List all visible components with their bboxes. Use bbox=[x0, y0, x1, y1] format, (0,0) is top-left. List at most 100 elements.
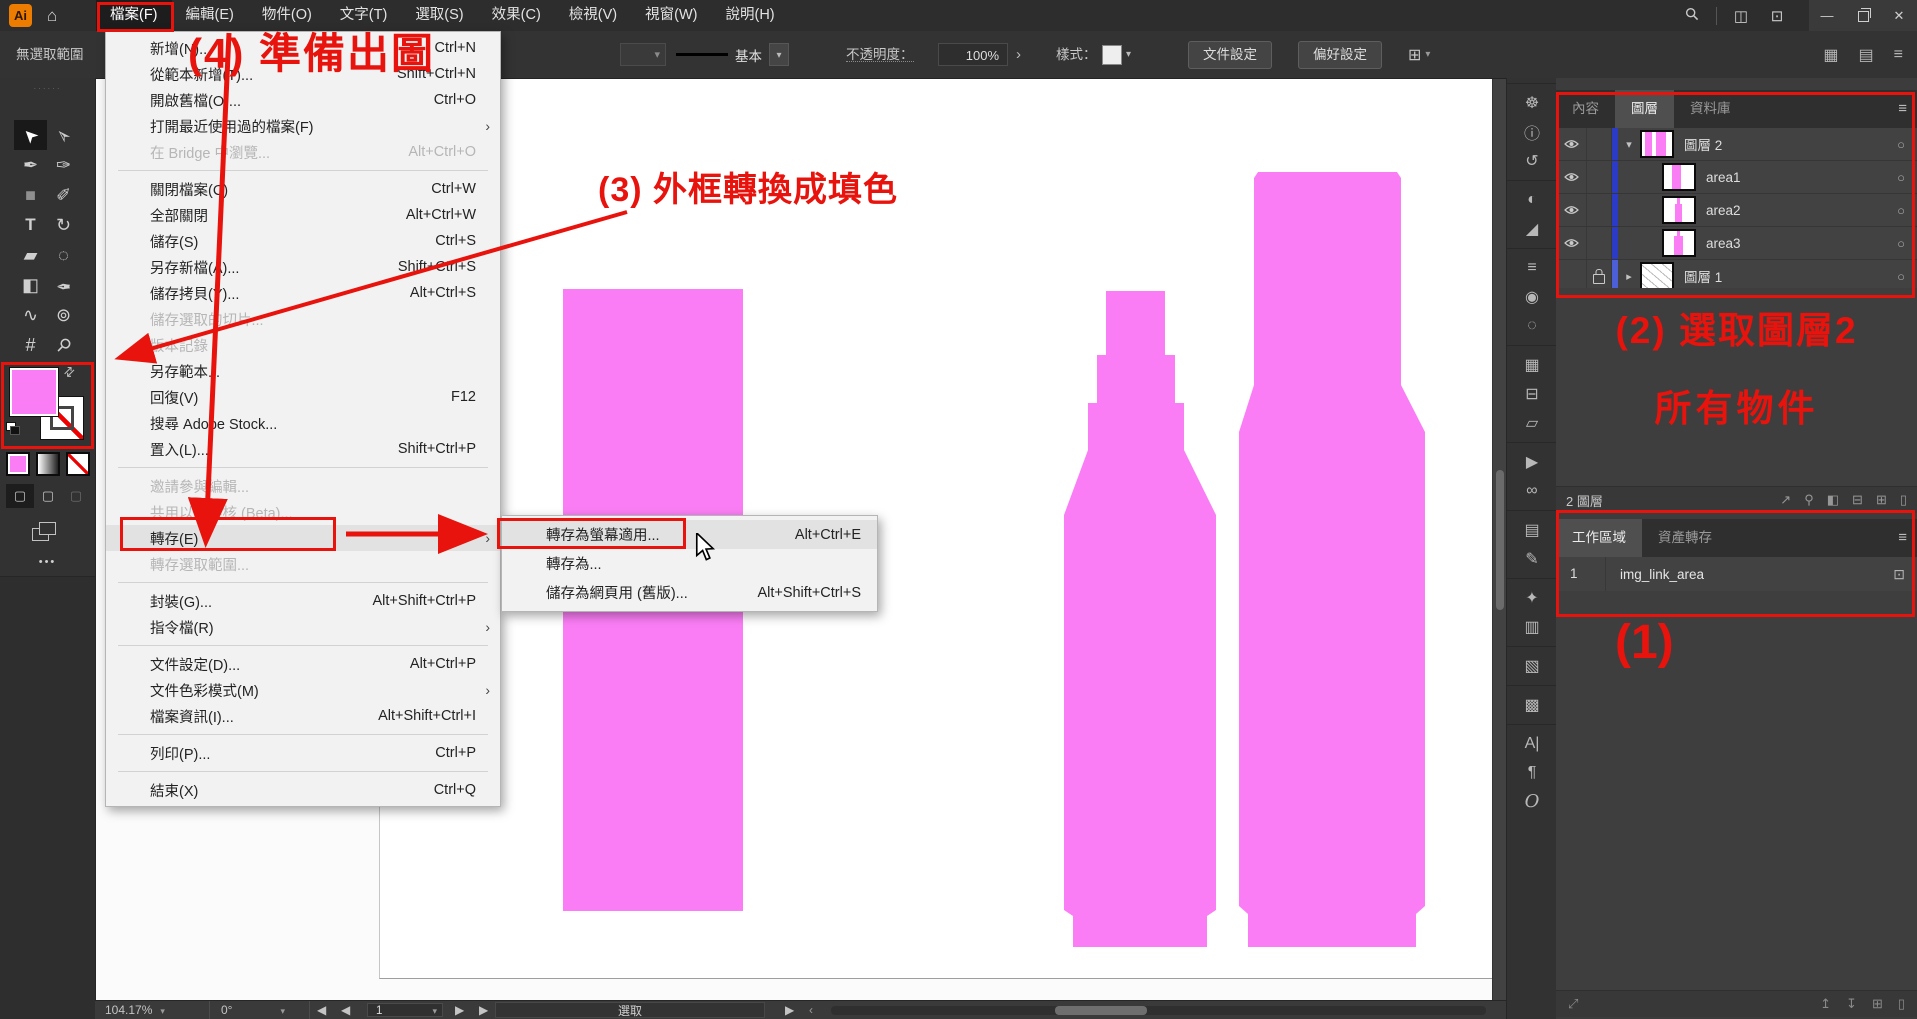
artboard-number-field[interactable]: 1▾ bbox=[367, 1003, 443, 1017]
file-menu-item[interactable] bbox=[118, 734, 488, 735]
artboard-page-icon[interactable]: ⊡ bbox=[1893, 566, 1905, 583]
layer-name[interactable]: 圖層 1 bbox=[1684, 266, 1917, 286]
file-menu-item[interactable]: 全部關閉 Alt+Ctrl+W bbox=[106, 202, 500, 228]
curvature-tool-icon[interactable]: ✑ bbox=[47, 150, 80, 180]
draw-normal-icon[interactable]: ▢ bbox=[6, 484, 34, 508]
collect-for-export-icon[interactable]: ↗ bbox=[1780, 492, 1791, 508]
zoom-level-control[interactable]: 104.17%▾ bbox=[97, 1001, 210, 1019]
menu-file[interactable]: 檔案(F) bbox=[96, 0, 172, 31]
file-menu-item[interactable]: 新增(N)... Ctrl+N bbox=[106, 35, 500, 61]
next-artboard-icon[interactable]: ▶ bbox=[455, 1001, 464, 1019]
file-menu-item[interactable]: 關閉檔案(C) Ctrl+W bbox=[106, 176, 500, 202]
menu-help[interactable]: 說明(H) bbox=[711, 0, 788, 31]
status-play-icon[interactable]: ▶ bbox=[785, 1001, 794, 1019]
workspace-layout-icon[interactable]: ◫ bbox=[1723, 7, 1759, 25]
layer-thumbnail[interactable] bbox=[1640, 262, 1674, 290]
document-arrange-icon[interactable]: ▦ bbox=[1823, 45, 1838, 65]
menu-object[interactable]: 物件(O) bbox=[248, 0, 326, 31]
new-layer-icon[interactable]: ⊞ bbox=[1876, 492, 1887, 508]
color-mode-gradient[interactable] bbox=[36, 452, 60, 476]
vertical-scrollbar-thumb[interactable] bbox=[1496, 470, 1504, 610]
file-menu-item[interactable] bbox=[118, 582, 488, 583]
share-screen-icon[interactable]: ⊡ bbox=[1759, 7, 1795, 25]
snap-options-control[interactable]: ⊞ ▾ bbox=[1408, 31, 1430, 78]
restore-button[interactable] bbox=[1845, 0, 1881, 31]
expand-chevron-icon[interactable]: ▸ bbox=[1618, 270, 1640, 283]
file-menu-item[interactable]: 回復(V) F12 bbox=[106, 384, 500, 410]
menu-select[interactable]: 選取(S) bbox=[401, 0, 477, 31]
target-circle-icon[interactable]: ○ bbox=[1897, 269, 1905, 284]
horizontal-scrollbar[interactable] bbox=[831, 1006, 1486, 1015]
stroke-style-dropdown[interactable]: ▾ bbox=[769, 43, 789, 66]
color-mode-fill[interactable] bbox=[6, 452, 30, 476]
pen-tool-icon[interactable]: ✒ bbox=[14, 150, 47, 180]
tab-layers[interactable]: 圖層 bbox=[1615, 90, 1674, 128]
file-menu-item[interactable] bbox=[118, 467, 488, 468]
align-panel-icon[interactable]: ⊟ bbox=[1507, 379, 1557, 408]
direct-selection-tool-icon[interactable]: ➢ bbox=[47, 120, 80, 150]
menu-window[interactable]: 視窗(W) bbox=[631, 0, 711, 31]
home-icon[interactable]: ⌂ bbox=[47, 0, 57, 31]
layer-name[interactable]: 圖層 2 bbox=[1684, 134, 1917, 154]
file-menu-export[interactable]: 轉存(E) › bbox=[106, 525, 500, 551]
file-menu-item[interactable]: 檔案資訊(I)... Alt+Shift+Ctrl+I bbox=[106, 703, 500, 729]
document-setup-button[interactable]: 文件設定 bbox=[1188, 41, 1272, 69]
status-display[interactable]: 選取 bbox=[495, 1002, 765, 1018]
layer-thumbnail[interactable] bbox=[1662, 229, 1696, 257]
layer-thumbnail[interactable] bbox=[1662, 163, 1696, 191]
close-button[interactable]: ✕ bbox=[1881, 0, 1917, 31]
opacity-field[interactable]: 100% bbox=[938, 43, 1008, 66]
horizontal-scrollbar-thumb[interactable] bbox=[1055, 1006, 1147, 1015]
layer-row[interactable]: ▾ 圖層 2 ○ bbox=[1556, 128, 1917, 161]
new-sublayer-icon[interactable]: ⊟ bbox=[1852, 492, 1863, 508]
type-tool-icon[interactable]: T bbox=[14, 210, 47, 240]
default-fill-stroke-icon[interactable] bbox=[6, 422, 20, 434]
layer-thumbnail[interactable] bbox=[1662, 196, 1696, 224]
vertical-scrollbar[interactable] bbox=[1492, 78, 1507, 1000]
lasso-tool-icon[interactable]: ◌ bbox=[47, 240, 80, 270]
lock-toggle[interactable] bbox=[1587, 128, 1612, 160]
transparency-panel-icon[interactable]: ◉ bbox=[1507, 282, 1557, 311]
layers-panel-menu-icon[interactable]: ≡ bbox=[1898, 90, 1907, 128]
controlbar-menu-icon[interactable]: ≡ bbox=[1894, 46, 1903, 64]
visibility-toggle[interactable] bbox=[1556, 128, 1587, 160]
move-artboard-up-icon[interactable]: ↥ bbox=[1820, 996, 1831, 1012]
layer-name[interactable]: area3 bbox=[1706, 236, 1917, 251]
tab-libraries[interactable]: 資料庫 bbox=[1674, 90, 1747, 128]
minimize-button[interactable]: — bbox=[1809, 0, 1845, 31]
color-panel-icon[interactable]: ◐ bbox=[1507, 180, 1557, 214]
links-panel-icon[interactable]: ∞ bbox=[1507, 476, 1557, 505]
layer-name[interactable]: area2 bbox=[1706, 203, 1917, 218]
swap-fill-stroke-icon[interactable]: ⇄ bbox=[60, 362, 79, 381]
draw-inside-icon[interactable]: ▢ bbox=[62, 484, 90, 508]
first-artboard-icon[interactable]: ◀ bbox=[317, 1001, 326, 1019]
delete-selection-icon[interactable]: ▯ bbox=[1900, 492, 1907, 508]
submenu-export-as[interactable]: 轉存為... bbox=[502, 549, 877, 578]
draw-behind-icon[interactable]: ▢ bbox=[34, 484, 62, 508]
opacity-label[interactable]: 不透明度： bbox=[846, 31, 914, 62]
file-menu-item[interactable]: 儲存(S) Ctrl+S bbox=[106, 228, 500, 254]
fill-swatch[interactable] bbox=[10, 368, 58, 416]
file-menu-item[interactable]: 儲存拷貝(Y)... Alt+Ctrl+S bbox=[106, 280, 500, 306]
target-circle-icon[interactable]: ○ bbox=[1897, 137, 1905, 152]
layer-row[interactable]: area2 ○ bbox=[1556, 194, 1917, 227]
layer-row[interactable]: area3 ○ bbox=[1556, 227, 1917, 260]
file-menu-item[interactable]: 另存範本... bbox=[106, 358, 500, 384]
tab-properties[interactable]: 內容 bbox=[1556, 90, 1615, 128]
expand-chevron-icon[interactable]: ▾ bbox=[1618, 138, 1640, 151]
eraser-tool-icon[interactable]: ▰ bbox=[14, 240, 47, 270]
target-circle-icon[interactable]: ○ bbox=[1897, 203, 1905, 218]
layer-row[interactable]: area1 ○ bbox=[1556, 161, 1917, 194]
previous-artboard-icon[interactable]: ◀ bbox=[341, 1001, 350, 1019]
paintbrush-tool-icon[interactable]: ✐ bbox=[47, 180, 80, 210]
character-panel-icon[interactable]: A| bbox=[1507, 724, 1557, 758]
rectangle-tool-icon[interactable]: ■ bbox=[14, 180, 47, 210]
file-menu-item[interactable]: 結束(X) Ctrl+Q bbox=[106, 777, 500, 803]
rotate-tool-icon[interactable]: ↻ bbox=[47, 210, 80, 240]
menu-view[interactable]: 檢視(V) bbox=[555, 0, 631, 31]
visibility-toggle[interactable] bbox=[1556, 194, 1587, 226]
color-mode-none[interactable] bbox=[66, 452, 90, 476]
file-menu-item[interactable]: 開啟舊檔(O)... Ctrl+O bbox=[106, 87, 500, 113]
artboard-tool-icon[interactable]: # bbox=[14, 330, 47, 360]
gradient-tool-icon[interactable]: ◧ bbox=[14, 270, 47, 300]
